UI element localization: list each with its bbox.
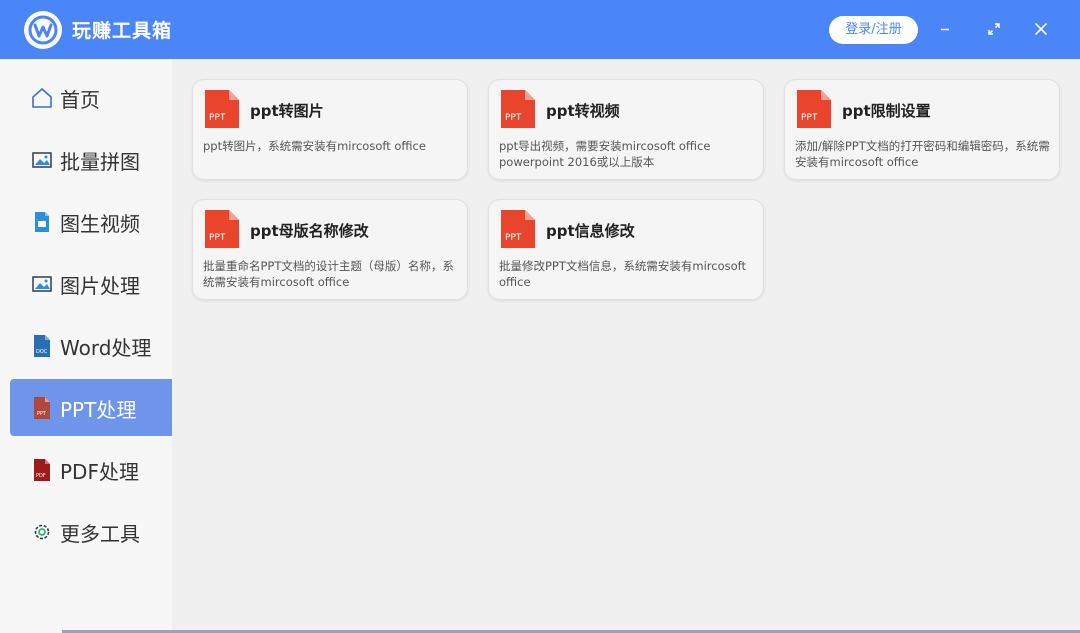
sidebar-item-label: 更多工具 bbox=[60, 522, 140, 546]
app-title: 玩赚工具箱 bbox=[72, 20, 173, 42]
sidebar-item-label: PDF处理 bbox=[60, 460, 139, 484]
card-description: 批量修改PPT文档信息，系统需安装有mircosoft office bbox=[499, 259, 747, 289]
image-icon bbox=[31, 272, 53, 296]
card-ppt-master-rename[interactable]: PPT ppt母版名称修改 批量重命名PPT文档的设计主题（母版）名称，系统需安… bbox=[192, 199, 468, 300]
card-ppt-info-edit[interactable]: PPT ppt信息修改 批量修改PPT文档信息，系统需安装有mircosoft … bbox=[488, 199, 764, 300]
svg-text:PPT: PPT bbox=[505, 233, 522, 243]
sidebar-item-label: 图片处理 bbox=[60, 274, 140, 298]
sidebar: 首页 批量拼图 图生视频 图片处理 DOC Word处理 PPT PPT处理 P… bbox=[0, 59, 172, 633]
login-register-button[interactable]: 登录/注册 bbox=[829, 16, 918, 44]
sidebar-item-batch-collage[interactable]: 批量拼图 bbox=[10, 131, 172, 188]
sidebar-item-label: PPT处理 bbox=[60, 398, 137, 422]
svg-text:PPT: PPT bbox=[209, 113, 226, 123]
card-title: ppt信息修改 bbox=[546, 222, 635, 240]
card-ppt-to-video[interactable]: PPT ppt转视频 ppt导出视频，需要安装mircosoft office … bbox=[488, 79, 764, 180]
card-title: ppt转图片 bbox=[250, 102, 324, 120]
svg-text:DOC: DOC bbox=[36, 349, 48, 355]
sidebar-item-label: 首页 bbox=[60, 88, 100, 112]
video-file-icon bbox=[31, 210, 53, 234]
gear-icon bbox=[31, 520, 53, 544]
home-icon bbox=[31, 86, 53, 110]
sidebar-item-label: Word处理 bbox=[60, 336, 152, 360]
card-description: 批量重命名PPT文档的设计主题（母版）名称，系统需安装有mircosoft of… bbox=[203, 259, 454, 289]
sidebar-item-pdf[interactable]: PDF PDF处理 bbox=[10, 441, 172, 498]
sidebar-item-home[interactable]: 首页 bbox=[10, 69, 172, 126]
svg-text:PPT: PPT bbox=[505, 113, 522, 123]
svg-text:PPT: PPT bbox=[37, 411, 47, 417]
image-icon bbox=[31, 148, 53, 172]
app-logo-icon bbox=[24, 11, 62, 49]
ppt-file-icon: PPT bbox=[500, 209, 536, 249]
svg-text:PDF: PDF bbox=[36, 473, 46, 479]
sidebar-item-word[interactable]: DOC Word处理 bbox=[10, 317, 172, 374]
minimize-icon[interactable] bbox=[934, 18, 956, 40]
card-ppt-to-image[interactable]: PPT ppt转图片 ppt转图片，系统需安装有mircosoft office bbox=[192, 79, 468, 180]
ppt-file-icon: PPT bbox=[796, 89, 832, 129]
card-title: ppt母版名称修改 bbox=[250, 222, 369, 240]
card-title: ppt转视频 bbox=[546, 102, 620, 120]
card-description: ppt导出视频，需要安装mircosoft office powerpoint … bbox=[499, 139, 711, 169]
sidebar-item-ppt[interactable]: PPT PPT处理 bbox=[10, 379, 172, 436]
svg-text:PPT: PPT bbox=[209, 233, 226, 243]
card-description: 添加/解除PPT文档的打开密码和编辑密码，系统需安装有mircosoft off… bbox=[795, 139, 1050, 169]
sidebar-item-label: 批量拼图 bbox=[60, 150, 140, 174]
title-bar: 玩赚工具箱 登录/注册 bbox=[0, 0, 1080, 59]
main-content: PPT ppt转图片 ppt转图片，系统需安装有mircosoft office… bbox=[172, 59, 1080, 633]
ppt-file-icon: PPT bbox=[204, 209, 240, 249]
close-icon[interactable] bbox=[1030, 18, 1052, 40]
svg-text:PPT: PPT bbox=[801, 113, 818, 123]
sidebar-item-label: 图生视频 bbox=[60, 212, 140, 236]
card-title: ppt限制设置 bbox=[842, 102, 931, 120]
sidebar-item-more-tools[interactable]: 更多工具 bbox=[10, 503, 172, 560]
sidebar-item-image-to-video[interactable]: 图生视频 bbox=[10, 193, 172, 250]
pdf-file-icon: PDF bbox=[31, 458, 53, 482]
ppt-file-icon: PPT bbox=[204, 89, 240, 129]
sidebar-item-image-processing[interactable]: 图片处理 bbox=[10, 255, 172, 312]
card-description: ppt转图片，系统需安装有mircosoft office bbox=[203, 139, 426, 153]
ppt-file-icon: PPT bbox=[31, 396, 53, 420]
maximize-icon[interactable] bbox=[983, 18, 1005, 40]
card-ppt-restrictions[interactable]: PPT ppt限制设置 添加/解除PPT文档的打开密码和编辑密码，系统需安装有m… bbox=[784, 79, 1060, 180]
doc-file-icon: DOC bbox=[31, 334, 53, 358]
ppt-file-icon: PPT bbox=[500, 89, 536, 129]
